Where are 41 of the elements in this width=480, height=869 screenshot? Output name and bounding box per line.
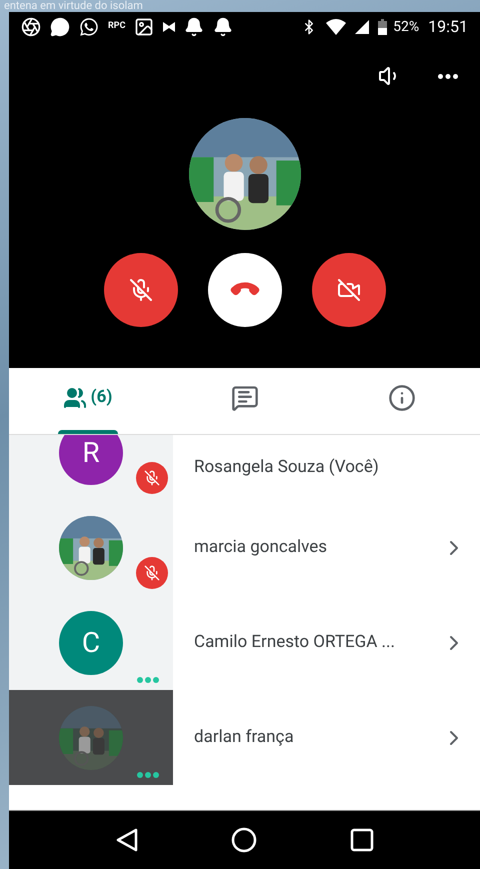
signal-icon: [355, 20, 370, 34]
home-button[interactable]: [230, 827, 256, 853]
dots-icon: [136, 676, 160, 684]
battery-percent: 52%: [393, 18, 420, 36]
camera-off-icon: [336, 278, 360, 302]
participant-row[interactable]: R Rosangela Souza (Você): [9, 435, 480, 500]
aperture-icon: [21, 17, 41, 37]
bell-icon: [184, 17, 204, 37]
wifi-icon: [326, 19, 346, 35]
back-icon: [116, 828, 138, 852]
participant-row[interactable]: darlan frança: [9, 690, 480, 785]
participant-name: Rosangela Souza (Você): [194, 456, 380, 479]
clock: 19:51: [428, 16, 468, 38]
home-icon: [230, 827, 256, 853]
bowtie-icon: [163, 22, 176, 32]
recents-button[interactable]: [350, 828, 374, 852]
mic-off-icon: [144, 565, 160, 581]
whatsapp-icon: [79, 17, 99, 37]
chat-bubble-icon: [50, 17, 70, 37]
chat-icon: [230, 384, 258, 412]
participant-row[interactable]: C Camilo Ernesto ORTEGA ...: [9, 595, 480, 690]
people-icon: [62, 386, 87, 410]
mic-off-icon: [128, 278, 152, 302]
participant-name: marcia goncalves: [194, 536, 328, 559]
dots-icon: [136, 771, 160, 779]
avatar-letter: R: [82, 438, 100, 468]
participant-row[interactable]: marcia goncalves: [9, 500, 480, 595]
participant-name: Camilo Ernesto ORTEGA ...: [194, 630, 396, 654]
participant-name: darlan frança: [194, 726, 295, 749]
avatar-letter: C: [82, 628, 100, 658]
info-icon: [388, 384, 416, 412]
recents-icon: [350, 828, 374, 852]
battery-icon: [378, 19, 388, 35]
bell-icon: [213, 17, 234, 37]
more-options-button[interactable]: [438, 74, 458, 78]
background-caption: entena em virtude do isolam: [4, 0, 143, 12]
rpc-label: RPC: [108, 20, 126, 34]
mic-off-icon: [144, 470, 160, 486]
back-button[interactable]: [116, 828, 138, 852]
image-icon: [134, 17, 154, 37]
more-icon: [438, 74, 458, 78]
